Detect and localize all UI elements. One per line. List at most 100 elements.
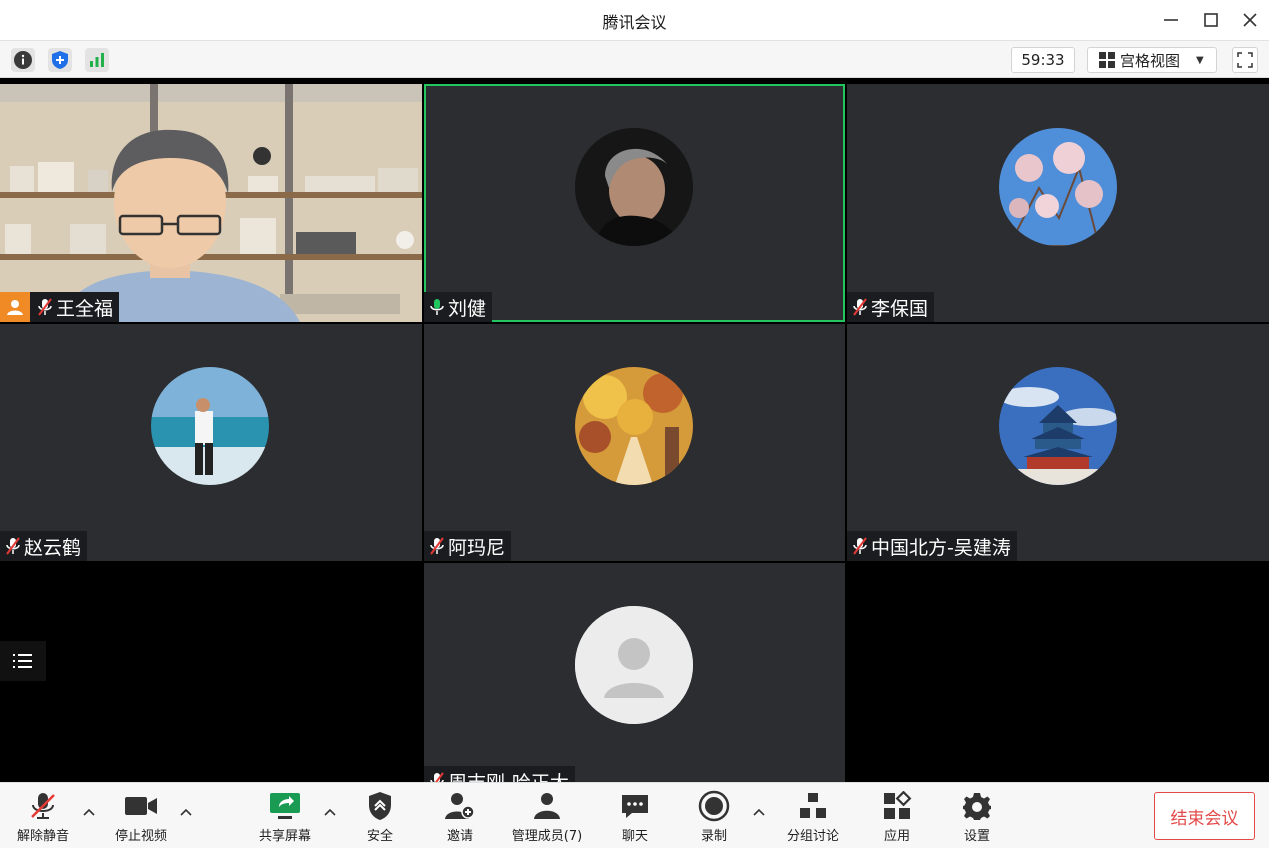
- record-options-caret-icon[interactable]: [752, 805, 766, 819]
- meeting-timer: 59:33: [1011, 47, 1075, 73]
- share-screen-button[interactable]: 共享屏幕: [240, 789, 330, 844]
- audio-options-caret-icon[interactable]: [82, 805, 96, 819]
- mic-active-icon: [430, 299, 444, 315]
- participant-name: 阿玛尼: [448, 536, 506, 559]
- participant-avatar: [575, 367, 693, 485]
- invite-button[interactable]: 邀请: [415, 789, 505, 844]
- participant-name: 中国北方-吴建涛: [871, 536, 1011, 559]
- minimize-button[interactable]: [1161, 10, 1181, 30]
- chat-icon: [622, 795, 648, 818]
- participant-tile[interactable]: 阿玛尼: [424, 324, 845, 561]
- participant-avatar: [999, 128, 1117, 246]
- fullscreen-icon: [1237, 52, 1253, 68]
- meeting-toolbar: 解除静音 停止视频 共享屏幕 安全 邀请 管理成员(7) 聊天 录制 分组讨论 …: [0, 782, 1269, 848]
- participant-name: 周志刚-哈正大: [448, 768, 569, 783]
- participant-tile[interactable]: 李保国: [847, 84, 1269, 322]
- mic-muted-icon: [38, 298, 52, 316]
- unmute-button[interactable]: 解除静音: [0, 789, 88, 844]
- default-user-icon: [575, 606, 693, 724]
- share-screen-label: 共享屏幕: [258, 829, 311, 844]
- video-feed-image: [0, 84, 422, 322]
- participant-name-tag: 周志刚-哈正大: [424, 766, 575, 782]
- participant-name-tag: 王全福: [0, 292, 120, 322]
- security-shield-button[interactable]: [48, 48, 72, 72]
- title-bar: 腾讯会议: [0, 0, 1269, 40]
- security-label: 安全: [366, 829, 393, 844]
- meeting-info-bar: 59:33 宫格视图 ▼: [0, 40, 1269, 78]
- record-label: 录制: [700, 829, 727, 844]
- end-meeting-button[interactable]: 结束会议: [1154, 792, 1255, 840]
- network-signal-button[interactable]: [85, 48, 109, 72]
- mic-muted-icon: [853, 298, 867, 316]
- mic-muted-icon: [430, 537, 444, 555]
- participant-avatar: [575, 128, 693, 246]
- default-avatar: [575, 606, 693, 724]
- stop-video-label: 停止视频: [114, 829, 167, 844]
- participant-tile[interactable]: 周志刚-哈正大: [424, 563, 845, 782]
- participant-tile[interactable]: 王全福: [0, 84, 422, 322]
- fullscreen-button[interactable]: [1232, 47, 1258, 73]
- info-icon: [14, 51, 32, 69]
- chat-label: 聊天: [621, 829, 648, 844]
- stop-video-button[interactable]: 停止视频: [96, 789, 186, 844]
- maximize-button[interactable]: [1201, 10, 1221, 30]
- participant-name: 王全福: [56, 297, 114, 320]
- participant-avatar: [999, 367, 1117, 485]
- mic-muted-icon: [430, 772, 444, 782]
- settings-label: 设置: [963, 829, 990, 844]
- video-options-caret-icon[interactable]: [179, 805, 193, 819]
- mic-muted-icon: [6, 537, 20, 555]
- participant-avatar: [151, 367, 269, 485]
- mic-muted-icon: [853, 537, 867, 555]
- invite-label: 邀请: [446, 829, 473, 844]
- breakout-rooms-icon: [800, 793, 826, 818]
- apps-label: 应用: [883, 829, 910, 844]
- view-mode-dropdown[interactable]: 宫格视图 ▼: [1087, 47, 1217, 73]
- chat-button[interactable]: 聊天: [590, 789, 680, 844]
- signal-icon: [90, 53, 104, 67]
- host-user-icon: [7, 300, 23, 315]
- list-icon: [13, 654, 32, 668]
- manage-members-label: 管理成员(7): [511, 829, 583, 844]
- host-badge: [0, 292, 30, 322]
- breakout-rooms-button[interactable]: 分组讨论: [768, 789, 858, 844]
- add-user-icon: [445, 793, 475, 819]
- manage-members-button[interactable]: 管理成员(7): [502, 789, 592, 844]
- gear-icon: [963, 793, 991, 820]
- video-camera-icon: [125, 797, 157, 815]
- participant-name: 赵云鹤: [24, 536, 82, 559]
- participant-name-tag: 李保国: [847, 292, 935, 322]
- security-button[interactable]: 安全: [335, 789, 425, 844]
- participant-name-tag: 赵云鹤: [0, 531, 88, 561]
- empty-tile: [0, 563, 422, 782]
- participant-name-tag: 阿玛尼: [424, 531, 512, 561]
- unmute-label: 解除静音: [16, 829, 69, 844]
- participant-tile[interactable]: 中国北方-吴建涛: [847, 324, 1269, 561]
- member-list-toggle[interactable]: [0, 641, 46, 681]
- apps-button[interactable]: 应用: [852, 789, 942, 844]
- participant-tile[interactable]: 赵云鹤: [0, 324, 422, 561]
- participant-name: 刘健: [448, 297, 487, 320]
- shield-icon: [369, 792, 391, 820]
- apps-icon: [884, 791, 912, 819]
- participant-name: 李保国: [871, 297, 929, 320]
- grid-view-icon: [1099, 52, 1115, 68]
- mic-muted-icon: [31, 793, 55, 819]
- record-button[interactable]: 录制: [669, 789, 759, 844]
- settings-button[interactable]: 设置: [932, 789, 1022, 844]
- participant-tile-active-speaker[interactable]: 刘健: [424, 84, 845, 322]
- close-button[interactable]: [1240, 10, 1260, 30]
- window-title: 腾讯会议: [602, 13, 667, 32]
- participant-name-tag: 刘健: [424, 292, 493, 322]
- members-icon: [534, 793, 560, 819]
- caret-down-icon: ▼: [1196, 54, 1204, 66]
- empty-tile: [847, 563, 1269, 782]
- shield-icon: [52, 51, 68, 69]
- participant-name-tag: 中国北方-吴建涛: [847, 531, 1017, 561]
- breakout-rooms-label: 分组讨论: [786, 829, 839, 844]
- share-screen-icon: [270, 793, 300, 819]
- record-icon: [698, 790, 730, 822]
- info-button[interactable]: [11, 48, 35, 72]
- view-mode-label: 宫格视图: [1120, 51, 1181, 70]
- video-grid: 王全福 刘健 李保国 赵云鹤 阿玛尼 中国北方-吴建涛: [0, 84, 1269, 782]
